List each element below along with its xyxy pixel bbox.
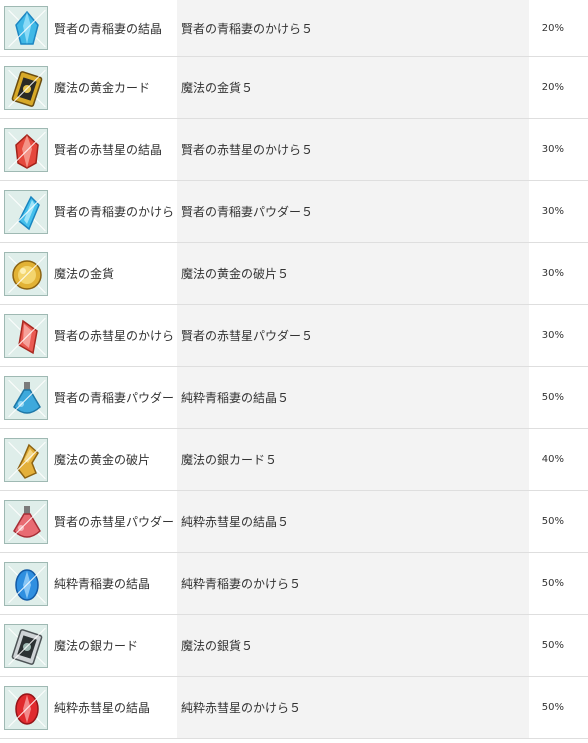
- material-name: 魔法の銀カード５: [177, 429, 529, 490]
- table-row: 魔法の銀カード 魔法の銀貨５ 50%: [0, 615, 588, 677]
- table-row: 賢者の青稲妻パウダー 純粋青稲妻の結晶５ 50%: [0, 367, 588, 429]
- item-name: 賢者の赤彗星のかけら: [54, 329, 175, 343]
- material-name: 純粋赤彗星の結晶５: [177, 491, 529, 552]
- item-name: 魔法の黄金カード: [54, 81, 151, 95]
- material-name: 賢者の赤彗星のかけら５: [177, 119, 529, 180]
- material-name: 魔法の金貨５: [177, 57, 529, 118]
- table-row: 純粋赤彗星の結晶 純粋赤彗星のかけら５ 50%: [0, 677, 588, 739]
- rate-value: 20%: [541, 22, 564, 34]
- item-name: 賢者の赤彗星パウダー: [54, 515, 175, 529]
- table-row: 賢者の赤彗星の結晶 賢者の赤彗星のかけら５ 30%: [0, 119, 588, 181]
- table-row: 魔法の黄金カード 魔法の金貨５ 20%: [0, 57, 588, 119]
- table-row: 賢者の青稲妻の結晶 賢者の青稲妻のかけら５ 20%: [0, 0, 588, 57]
- rate-value: 30%: [541, 330, 564, 341]
- crafting-table: 賢者の青稲妻の結晶 賢者の青稲妻のかけら５ 20% 魔法の黄金カード 魔法の金貨…: [0, 0, 588, 739]
- rate-value: 50%: [541, 578, 564, 589]
- gold-card-icon: [4, 65, 48, 110]
- red-crystal-icon: [4, 127, 48, 172]
- table-row: 賢者の赤彗星のかけら 賢者の赤彗星パウダー５ 30%: [0, 305, 588, 367]
- item-name: 賢者の青稲妻のかけら: [54, 205, 175, 219]
- rate-value: 50%: [541, 516, 564, 527]
- rate-value: 20%: [541, 82, 564, 93]
- rate-value: 30%: [541, 206, 564, 217]
- blue-crystal-icon: [4, 6, 48, 50]
- item-name: 賢者の赤彗星の結晶: [54, 143, 163, 157]
- rate-value: 30%: [541, 268, 564, 279]
- table-row: 賢者の青稲妻のかけら 賢者の青稲妻パウダー５ 30%: [0, 181, 588, 243]
- material-name: 純粋青稲妻の結晶５: [177, 367, 529, 428]
- material-name: 賢者の青稲妻のかけら５: [177, 0, 529, 56]
- item-name: 魔法の金貨: [54, 267, 115, 281]
- item-name: 純粋赤彗星の結晶: [54, 701, 151, 715]
- item-name: 賢者の青稲妻の結晶: [54, 21, 163, 36]
- material-name: 純粋青稲妻のかけら５: [177, 553, 529, 614]
- rate-value: 50%: [541, 702, 564, 713]
- table-row: 純粋青稲妻の結晶 純粋青稲妻のかけら５ 50%: [0, 553, 588, 615]
- rate-value: 50%: [541, 392, 564, 403]
- table-row: 魔法の黄金の破片 魔法の銀カード５ 40%: [0, 429, 588, 491]
- table-row: 魔法の金貨 魔法の黄金の破片５ 30%: [0, 243, 588, 305]
- blue-shard-icon: [4, 189, 48, 234]
- rate-value: 40%: [541, 454, 564, 465]
- item-name: 純粋青稲妻の結晶: [54, 577, 151, 591]
- red-powder-pouch-icon: [4, 499, 48, 544]
- rate-value: 30%: [541, 144, 564, 155]
- material-name: 魔法の黄金の破片５: [177, 243, 529, 304]
- silver-card-icon: [4, 623, 48, 668]
- blue-powder-pouch-icon: [4, 375, 48, 420]
- material-name: 賢者の赤彗星パウダー５: [177, 305, 529, 366]
- table-row: 賢者の赤彗星パウダー 純粋赤彗星の結晶５ 50%: [0, 491, 588, 553]
- gold-fragment-icon: [4, 437, 48, 482]
- pure-blue-crystal-icon: [4, 561, 48, 606]
- item-name: 魔法の銀カード: [54, 639, 139, 653]
- red-shard-icon: [4, 313, 48, 358]
- material-name: 賢者の青稲妻パウダー５: [177, 181, 529, 242]
- item-name: 魔法の黄金の破片: [54, 453, 151, 467]
- rate-value: 50%: [541, 640, 564, 651]
- material-name: 純粋赤彗星のかけら５: [177, 677, 529, 738]
- item-name: 賢者の青稲妻パウダー: [54, 391, 175, 405]
- material-name: 魔法の銀貨５: [177, 615, 529, 676]
- gold-coin-icon: [4, 251, 48, 296]
- pure-red-crystal-icon: [4, 685, 48, 730]
